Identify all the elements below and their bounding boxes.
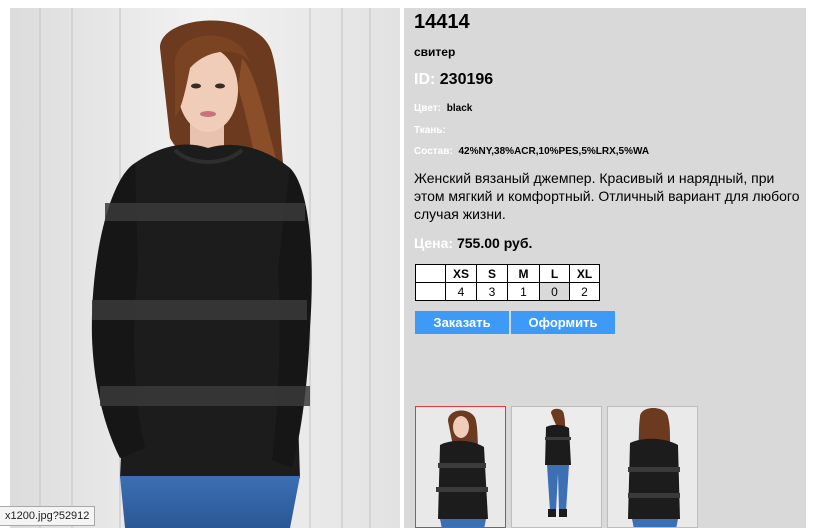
- product-color: Цвет: black: [414, 103, 472, 114]
- size-stock-table: XS S M L XL 4 3 1 0 2: [415, 264, 600, 301]
- size-header-blank: [415, 264, 446, 283]
- size-header-m[interactable]: M: [507, 264, 540, 283]
- product-main-photo: [10, 8, 400, 528]
- size-header-s[interactable]: S: [476, 264, 508, 283]
- stock-blank: [415, 282, 446, 301]
- composition-value: 42%NY,38%ACR,10%PES,5%LRX,5%WA: [458, 146, 650, 157]
- stock-xl: 2: [569, 282, 600, 301]
- color-label: Цвет:: [414, 103, 441, 114]
- size-header-row: XS S M L XL: [415, 264, 600, 283]
- composition-label: Состав:: [414, 146, 453, 157]
- stock-s: 3: [476, 282, 508, 301]
- fabric-label: Ткань:: [414, 125, 446, 136]
- product-fabric: Ткань:: [414, 125, 449, 136]
- product-price: Цена: 755.00 руб.: [414, 235, 532, 251]
- stock-m: 1: [507, 282, 540, 301]
- product-id-label: ID:: [414, 71, 436, 88]
- thumbnail-front-close[interactable]: [415, 406, 506, 528]
- product-composition: Состав: 42%NY,38%ACR,10%PES,5%LRX,5%WA: [414, 146, 649, 157]
- product-type: свитер: [414, 45, 456, 59]
- product-description: Женский вязаный джемпер. Красивый и наря…: [414, 170, 800, 222]
- thumbnail-back[interactable]: [607, 406, 698, 528]
- product-id: ID: 230196: [414, 71, 493, 89]
- size-header-xs[interactable]: XS: [445, 264, 477, 283]
- thumbnail-front-full[interactable]: [511, 406, 602, 528]
- browser-status-bar: x1200.jpg?52912: [0, 506, 96, 526]
- size-header-xl[interactable]: XL: [569, 264, 600, 283]
- product-article-number: 14414: [414, 11, 470, 33]
- product-id-value: 230196: [439, 71, 494, 88]
- size-stock-row: 4 3 1 0 2: [415, 282, 600, 301]
- checkout-button[interactable]: Оформить: [511, 311, 615, 334]
- order-button[interactable]: Заказать: [415, 311, 509, 334]
- price-value: 755.00 руб.: [456, 235, 533, 251]
- color-value: black: [446, 103, 473, 114]
- price-label: Цена:: [414, 235, 454, 251]
- stock-l: 0: [539, 282, 570, 301]
- size-header-l[interactable]: L: [539, 264, 570, 283]
- product-info-panel: 14414 свитер ID: 230196 Цвет: black Ткан…: [404, 8, 806, 528]
- stock-xs: 4: [445, 282, 477, 301]
